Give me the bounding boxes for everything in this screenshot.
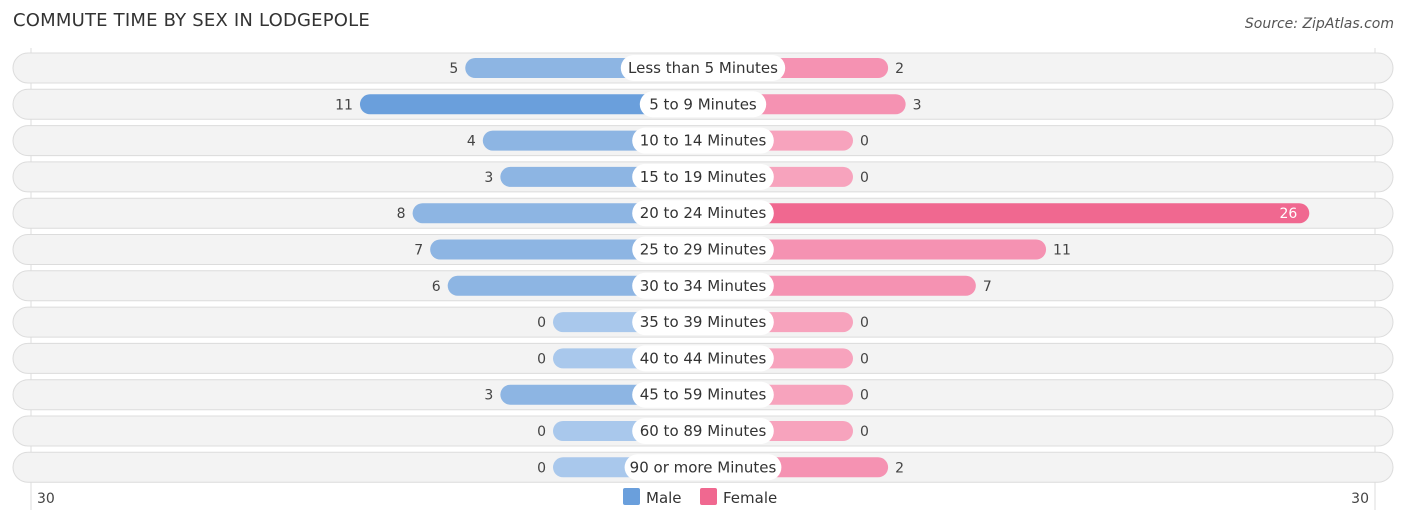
chart-row: 45 to 59 Minutes 3 0	[12, 379, 1394, 411]
male-value-label: 0	[537, 351, 546, 367]
female-value-label: 0	[860, 351, 869, 367]
female-value-label: 2	[895, 61, 904, 77]
category-label: 40 to 44 Minutes	[640, 349, 767, 367]
female-value-label: 0	[860, 424, 869, 440]
female-value-label: 11	[1053, 243, 1071, 259]
female-value-label: 0	[860, 315, 869, 331]
female-value-label: 26	[1279, 206, 1297, 222]
male-value-label: 7	[414, 243, 423, 259]
chart-row: Less than 5 Minutes 5 2	[12, 52, 1394, 84]
female-value-label: 7	[983, 279, 992, 295]
legend-label-female: Female	[723, 489, 777, 507]
category-label: 15 to 19 Minutes	[640, 168, 767, 186]
female-value-label: 2	[895, 460, 904, 476]
female-bar	[703, 203, 1310, 224]
female-value-label: 0	[860, 170, 869, 186]
chart-row: 35 to 39 Minutes 0 0	[12, 306, 1394, 338]
category-label: 60 to 89 Minutes	[640, 422, 767, 440]
category-label: 5 to 9 Minutes	[649, 95, 757, 113]
male-value-label: 8	[397, 206, 406, 222]
legend-label-male: Male	[646, 489, 682, 507]
category-label: 45 to 59 Minutes	[640, 386, 767, 404]
chart-row: 5 to 9 Minutes 11 3	[12, 88, 1394, 120]
category-label: 30 to 34 Minutes	[640, 277, 767, 295]
chart-row: 90 or more Minutes 0 2	[12, 451, 1394, 483]
chart-row: 10 to 14 Minutes 4 0	[12, 125, 1394, 157]
female-value-label: 0	[860, 388, 869, 404]
axis-left-label: 30	[37, 491, 55, 507]
legend: Male Female	[623, 488, 777, 507]
female-value-label: 0	[860, 134, 869, 150]
category-label: Less than 5 Minutes	[628, 59, 778, 77]
chart-row: 40 to 44 Minutes 0 0	[12, 342, 1394, 374]
legend-swatch-female	[700, 488, 717, 505]
male-value-label: 3	[484, 170, 493, 186]
category-label: 25 to 29 Minutes	[640, 241, 767, 259]
male-value-label: 4	[467, 134, 476, 150]
female-value-label: 3	[913, 97, 922, 113]
category-label: 90 or more Minutes	[630, 458, 777, 476]
male-value-label: 6	[432, 279, 441, 295]
male-value-label: 11	[335, 97, 353, 113]
category-label: 20 to 24 Minutes	[640, 204, 767, 222]
axis-right-label: 30	[1351, 491, 1369, 507]
chart-row: 30 to 34 Minutes 6 7	[12, 270, 1394, 302]
male-value-label: 5	[449, 61, 458, 77]
chart-row: 25 to 29 Minutes 7 11	[12, 234, 1394, 265]
male-value-label: 0	[537, 315, 546, 331]
chart: Less than 5 Minutes 5 2 5 to 9 Minutes 11 3 10…	[12, 48, 1394, 510]
category-label: 10 to 14 Minutes	[640, 132, 767, 150]
male-value-label: 3	[484, 388, 493, 404]
male-value-label: 0	[537, 460, 546, 476]
legend-swatch-male	[623, 488, 640, 505]
chart-row: 60 to 89 Minutes 0 0	[12, 415, 1394, 447]
chart-row: 20 to 24 Minutes 8 26	[12, 197, 1394, 229]
male-value-label: 0	[537, 424, 546, 440]
chart-row: 15 to 19 Minutes 3 0	[12, 161, 1394, 193]
category-label: 35 to 39 Minutes	[640, 313, 767, 331]
